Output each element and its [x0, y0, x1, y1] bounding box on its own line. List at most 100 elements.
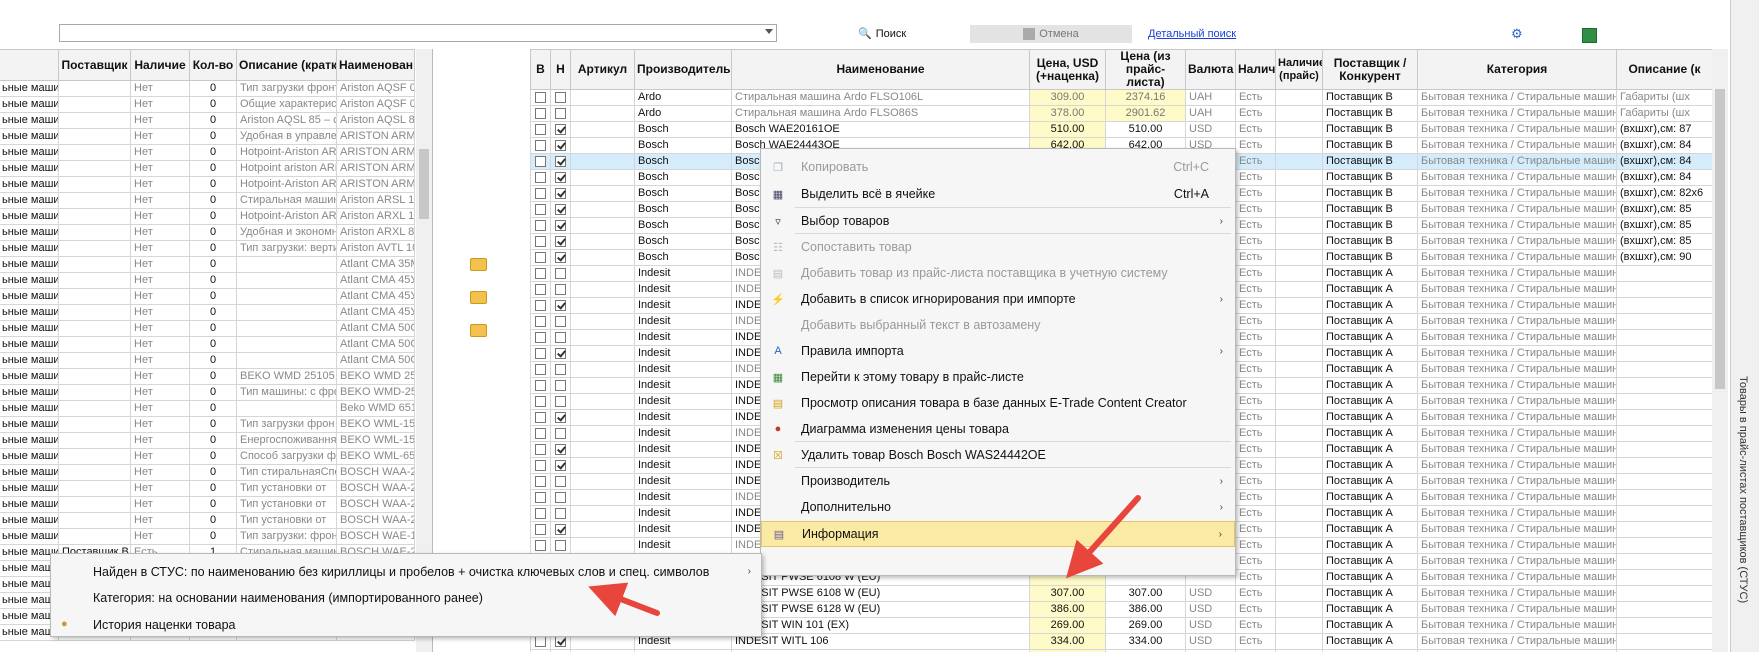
left-cell[interactable]: ьные машин — [0, 448, 59, 465]
row-checkbox-h-cell[interactable] — [550, 425, 571, 442]
cell-availability[interactable]: Есть — [1235, 201, 1276, 218]
left-table-row[interactable]: ьные машин Нет0 Atlant CMA 45У — [0, 288, 415, 305]
row-checkbox-b-cell[interactable] — [530, 153, 551, 170]
cell-category[interactable]: Бытовая техника / Стиральные машины — [1417, 553, 1617, 570]
context-menu-item[interactable]: ▤ Информация › — [761, 521, 1235, 547]
row-checkbox-h-cell[interactable] — [550, 441, 571, 458]
cell-price-list[interactable]: 334.00 — [1105, 633, 1186, 650]
cell-category[interactable]: Бытовая техника / Стиральные машины — [1417, 361, 1617, 378]
row-checkbox-b[interactable] — [535, 123, 546, 135]
right-header-currency[interactable]: Валюта — [1185, 49, 1236, 90]
left-header-qty[interactable]: Кол-во — [189, 49, 237, 81]
left-cell[interactable]: 0 — [189, 448, 237, 465]
cell-name[interactable]: Bosch WAE20161OE — [731, 121, 1030, 138]
row-checkbox-h-cell[interactable] — [550, 169, 571, 186]
cell-availability-price[interactable] — [1275, 121, 1323, 138]
left-cell[interactable]: BEKO WML-1510 — [336, 432, 415, 449]
cell-description[interactable] — [1616, 633, 1712, 650]
row-checkbox-h[interactable] — [555, 379, 566, 391]
left-header-availability[interactable]: Наличие — [130, 49, 190, 81]
cell-supplier[interactable]: Поставщик В — [1322, 169, 1418, 186]
cell-supplier[interactable]: Поставщик В — [1322, 105, 1418, 122]
cell-description[interactable]: (вхшхг),см: 87 — [1616, 121, 1712, 138]
cell-article[interactable] — [570, 153, 635, 170]
cell-category[interactable]: Бытовая техника / Стиральные машины — [1417, 601, 1617, 618]
left-table-row[interactable]: ьные машин Нет0Способ загрузки фрBEKO WML… — [0, 448, 415, 465]
row-checkbox-b[interactable] — [535, 347, 546, 359]
right-table-row[interactable]: Ardo Стиральная машина Ardo FLSO86S 378.00… — [530, 105, 1712, 122]
left-cell[interactable]: Нет — [130, 368, 190, 385]
cell-manufacturer[interactable]: Indesit — [634, 489, 732, 506]
cell-article[interactable] — [570, 185, 635, 202]
left-cell[interactable]: 0 — [189, 528, 237, 545]
left-cell[interactable]: ьные машин — [0, 224, 59, 241]
cell-supplier[interactable]: Поставщик В — [1322, 185, 1418, 202]
left-cell[interactable]: Atlant CMA 45У — [336, 272, 415, 289]
cell-availability-price[interactable] — [1275, 281, 1323, 298]
folder-open-icon[interactable] — [470, 258, 487, 271]
cell-article[interactable] — [570, 505, 635, 522]
cell-supplier[interactable]: Поставщик А — [1322, 409, 1418, 426]
cell-availability[interactable]: Есть — [1235, 345, 1276, 362]
left-cell[interactable]: Тип установки от — [236, 480, 337, 497]
left-cell[interactable]: Нет — [130, 192, 190, 209]
left-cell[interactable]: 0 — [189, 480, 237, 497]
cell-availability-price[interactable] — [1275, 553, 1323, 570]
left-cell[interactable]: Нет — [130, 384, 190, 401]
cell-supplier[interactable]: Поставщик А — [1322, 473, 1418, 490]
left-cell[interactable] — [58, 224, 131, 241]
left-cell[interactable]: 0 — [189, 208, 237, 225]
left-cell[interactable] — [58, 448, 131, 465]
left-cell[interactable]: ьные машин — [0, 304, 59, 321]
row-checkbox-b-cell[interactable] — [530, 441, 551, 458]
left-cell[interactable]: ьные машин — [0, 240, 59, 257]
cell-description[interactable]: (вхшхг),см: 85 — [1616, 233, 1712, 250]
cell-category[interactable]: Бытовая техника / Стиральные машины — [1417, 249, 1617, 266]
context-menu-item[interactable]: Добавить выбранный текст в автозамену — [761, 312, 1235, 338]
row-checkbox-b-cell[interactable] — [530, 537, 551, 554]
cell-price-usd[interactable]: 510.00 — [1029, 121, 1106, 138]
left-cell[interactable]: Нет — [130, 336, 190, 353]
row-checkbox-h-cell[interactable] — [550, 489, 571, 506]
left-cell[interactable]: Нет — [130, 128, 190, 145]
cell-price-usd[interactable]: 334.00 — [1029, 633, 1106, 650]
cell-price-list[interactable]: 386.00 — [1105, 601, 1186, 618]
left-cell[interactable]: ARISTON ARMX — [336, 160, 415, 177]
cell-availability-price[interactable] — [1275, 601, 1323, 618]
left-cell[interactable]: ьные машин — [0, 112, 59, 129]
left-cell[interactable]: BOSCH WAA-20 — [336, 464, 415, 481]
left-cell[interactable]: Нет — [130, 96, 190, 113]
left-cell[interactable] — [58, 272, 131, 289]
cell-availability[interactable]: Есть — [1235, 377, 1276, 394]
left-cell[interactable]: Тип машины: с фрон — [236, 384, 337, 401]
left-cell[interactable]: ьные машин — [0, 432, 59, 449]
context-menu-item[interactable]: ❐ Копировать Ctrl+C — [761, 154, 1235, 180]
cell-supplier[interactable]: Поставщик А — [1322, 361, 1418, 378]
left-table-row[interactable]: ьные машин Нет0Hotpoint-Ariston ARXAristo… — [0, 208, 415, 225]
left-table-row[interactable]: ьные машин Нет0Тип загрузки: фронBOSCH WA… — [0, 528, 415, 545]
left-cell[interactable]: 0 — [189, 416, 237, 433]
search-combo[interactable] — [59, 24, 777, 42]
cell-supplier[interactable]: Поставщик А — [1322, 505, 1418, 522]
cell-availability[interactable]: Есть — [1235, 569, 1276, 586]
left-cell[interactable]: 0 — [189, 192, 237, 209]
left-cell[interactable]: ьные машин — [0, 144, 59, 161]
left-cell[interactable]: Нет — [130, 288, 190, 305]
left-cell[interactable]: 0 — [189, 304, 237, 321]
row-checkbox-b-cell[interactable] — [530, 249, 551, 266]
row-checkbox-b[interactable] — [535, 475, 546, 487]
left-cell[interactable] — [236, 400, 337, 417]
context-menu-item[interactable]: ⚡ Добавить в список игнорирования при имп… — [761, 286, 1235, 312]
search-button[interactable]: 🔍 Поиск — [858, 27, 906, 41]
cell-availability-price[interactable] — [1275, 537, 1323, 554]
left-cell[interactable]: 0 — [189, 160, 237, 177]
right-table-row[interactable]: Bosch Bosch WAE20161OE 510.00 510.00 USD Есть… — [530, 121, 1712, 138]
row-checkbox-b-cell[interactable] — [530, 361, 551, 378]
left-table-row[interactable]: ьные машин Нет0 Atlant CMA 50C — [0, 320, 415, 337]
cell-category[interactable]: Бытовая техника / Стиральные машины — [1417, 201, 1617, 218]
cell-category[interactable]: Бытовая техника / Стиральные машины — [1417, 441, 1617, 458]
cell-article[interactable] — [570, 361, 635, 378]
cell-availability[interactable]: Есть — [1235, 617, 1276, 634]
left-cell[interactable]: Hotpoint ariston ARM — [236, 160, 337, 177]
left-cell[interactable] — [58, 160, 131, 177]
